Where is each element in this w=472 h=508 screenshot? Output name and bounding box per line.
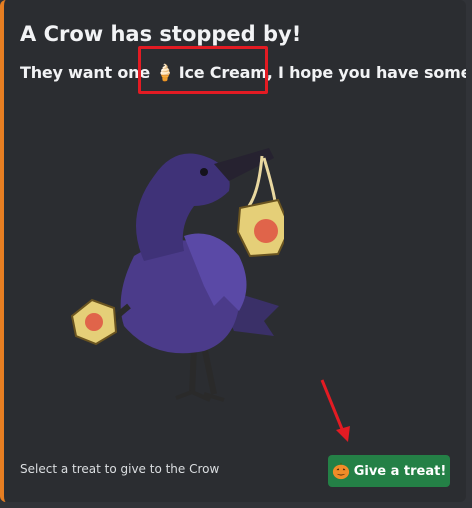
- embed-title: A Crow has stopped by!: [20, 22, 302, 46]
- desc-before: They want one: [20, 63, 156, 82]
- arrow-annotation-icon: [320, 379, 350, 442]
- highlight-box: [138, 46, 268, 94]
- crow-embed: A Crow has stopped by! They want one 🍦 I…: [0, 0, 466, 502]
- give-treat-button[interactable]: Give a treat!: [328, 455, 450, 487]
- give-treat-label: Give a treat!: [353, 463, 447, 479]
- desc-after: I hope you have some!: [272, 63, 466, 82]
- pumpkin-icon: [332, 462, 349, 480]
- crow-image: [70, 148, 284, 402]
- embed-footer: Select a treat to give to the Crow: [20, 462, 220, 476]
